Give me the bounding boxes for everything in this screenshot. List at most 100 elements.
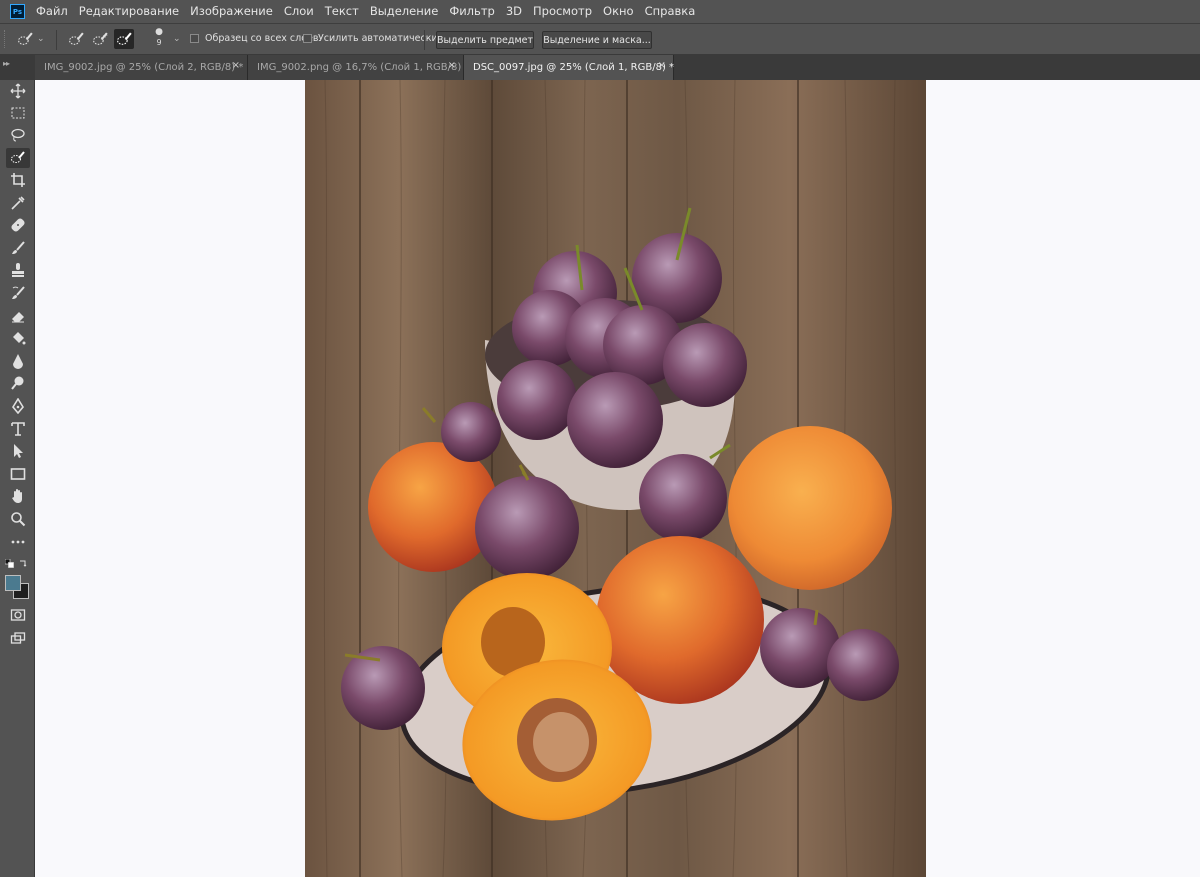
tool-marquee[interactable] [6, 103, 30, 123]
quick-mask-button[interactable] [6, 605, 30, 625]
sample-all-layers-option[interactable]: Образец со всех слоев [190, 33, 319, 44]
add-to-selection-button[interactable]: + [90, 29, 110, 49]
clone-stamp-icon [12, 263, 24, 277]
sample-all-layers-label: Образец со всех слоев [205, 33, 319, 44]
quick-selection-icon [11, 151, 25, 163]
tool-zoom[interactable] [6, 509, 30, 529]
tool-pen[interactable] [6, 396, 30, 416]
menu-window[interactable]: Окно [598, 0, 640, 23]
healing-brush-icon [11, 218, 25, 232]
menu-help[interactable]: Справка [639, 0, 701, 23]
tool-preset-picker[interactable]: ⌄ [17, 29, 49, 49]
divider [56, 30, 57, 50]
chevron-down-icon[interactable]: ⌄ [173, 34, 181, 44]
dodge-icon [11, 376, 24, 390]
menu-type[interactable]: Текст [319, 0, 364, 23]
tool-path-selection[interactable] [6, 441, 30, 461]
tool-clone-stamp[interactable] [6, 260, 30, 280]
photoshop-logo[interactable]: Ps [10, 4, 25, 19]
quick-mask-icon [10, 609, 26, 621]
screen-mode-button[interactable] [6, 628, 30, 648]
tool-healing-brush[interactable] [6, 215, 30, 235]
tab-img-9002-png[interactable]: IMG_9002.png @ 16,7% (Слой 1, RGB/8) × [248, 55, 464, 80]
collapse-arrows-icon[interactable]: ▸▸ [3, 59, 10, 68]
svg-text:+: + [102, 31, 107, 39]
tool-brush[interactable] [6, 238, 30, 258]
select-and-mask-button[interactable]: Выделение и маска... [542, 31, 652, 49]
close-icon[interactable]: × [232, 60, 240, 71]
auto-enhance-label: Усилить автоматически [318, 33, 438, 44]
quick-selection-subtract-icon [116, 31, 132, 45]
zoom-icon [11, 512, 26, 527]
tool-move[interactable] [6, 81, 30, 101]
swap-colors-icon[interactable] [19, 559, 28, 568]
menu-select[interactable]: Выделение [364, 0, 444, 23]
divider [424, 30, 425, 50]
select-subject-button[interactable]: Выделить предмет [436, 31, 534, 49]
auto-enhance-option[interactable]: Усилить автоматически [303, 33, 438, 44]
rectangular-marquee-icon [11, 107, 25, 119]
menu-bar: Ps Файл Редактирование Изображение Слои … [0, 0, 1200, 23]
tool-blur[interactable] [6, 351, 30, 371]
tool-quick-selection[interactable] [6, 148, 30, 168]
menu-view[interactable]: Просмотр [528, 0, 598, 23]
more-tools-icon [11, 540, 25, 544]
history-brush-icon [12, 286, 25, 299]
options-bar: ⌄ + ● 9 ⌄ Образец со всех слоев Усилить … [0, 23, 1200, 55]
menu-image[interactable]: Изображение [185, 0, 279, 23]
hand-icon [12, 489, 22, 503]
tools-panel [0, 80, 35, 877]
tool-type[interactable] [6, 419, 30, 439]
menu-file[interactable]: Файл [36, 0, 73, 23]
brush-tip-icon: ● [155, 27, 163, 37]
auto-enhance-checkbox[interactable] [303, 34, 312, 43]
menu-edit[interactable]: Редактирование [73, 0, 184, 23]
brush-size-value: 9 [156, 38, 162, 47]
menu-layers[interactable]: Слои [278, 0, 319, 23]
tab-img-9002-jpg[interactable]: IMG_9002.jpg @ 25% (Слой 2, RGB/8) * × [35, 55, 248, 80]
tab-label: IMG_9002.png @ 16,7% (Слой 1, RGB/8) [257, 62, 462, 73]
fruit-photo-illustration [305, 80, 926, 877]
quick-selection-add-icon: + [92, 31, 107, 45]
document-image[interactable] [305, 80, 926, 877]
rectangle-icon [10, 468, 26, 480]
chevron-down-icon: ⌄ [37, 34, 45, 44]
canvas-area[interactable] [35, 80, 1200, 877]
close-icon[interactable]: × [448, 60, 456, 71]
document-tab-bar: ▸▸ IMG_9002.jpg @ 25% (Слой 2, RGB/8) * … [0, 55, 1200, 80]
eyedropper-icon [11, 196, 25, 210]
options-bar-grip[interactable] [4, 30, 7, 48]
tab-dsc-0097-jpg[interactable]: DSC_0097.jpg @ 25% (Слой 1, RGB/8) * × [464, 55, 674, 80]
tool-crop[interactable] [6, 170, 30, 190]
brush-size-picker[interactable]: ● 9 [150, 27, 168, 53]
tool-more[interactable] [6, 532, 30, 552]
subtract-from-selection-button[interactable] [114, 29, 134, 49]
default-colors-icon[interactable] [5, 559, 14, 568]
lasso-icon [11, 128, 25, 142]
quick-selection-icon [18, 31, 33, 45]
tool-eraser[interactable] [6, 306, 30, 326]
close-icon[interactable]: × [658, 60, 666, 71]
new-selection-button[interactable] [66, 29, 86, 49]
type-icon [11, 422, 25, 436]
brush-icon [12, 241, 25, 254]
tab-label: DSC_0097.jpg @ 25% (Слой 1, RGB/8) * [473, 62, 675, 73]
quick-selection-icon [68, 31, 84, 45]
crop-icon [11, 173, 25, 187]
tool-dodge[interactable] [6, 373, 30, 393]
paint-bucket-icon [13, 332, 26, 345]
path-selection-icon [14, 444, 23, 458]
foreground-color-swatch[interactable] [5, 575, 21, 591]
tool-hand[interactable] [6, 486, 30, 506]
tool-eyedropper[interactable] [6, 193, 30, 213]
blur-icon [13, 354, 23, 369]
menu-3d[interactable]: 3D [500, 0, 527, 23]
sample-all-layers-checkbox[interactable] [190, 34, 199, 43]
eraser-icon [12, 312, 24, 323]
tool-history-brush[interactable] [6, 283, 30, 303]
screen-mode-icon [10, 632, 26, 644]
menu-filter[interactable]: Фильтр [444, 0, 501, 23]
tool-lasso[interactable] [6, 125, 30, 145]
tool-paint-bucket[interactable] [6, 328, 30, 348]
tool-rectangle[interactable] [6, 464, 30, 484]
